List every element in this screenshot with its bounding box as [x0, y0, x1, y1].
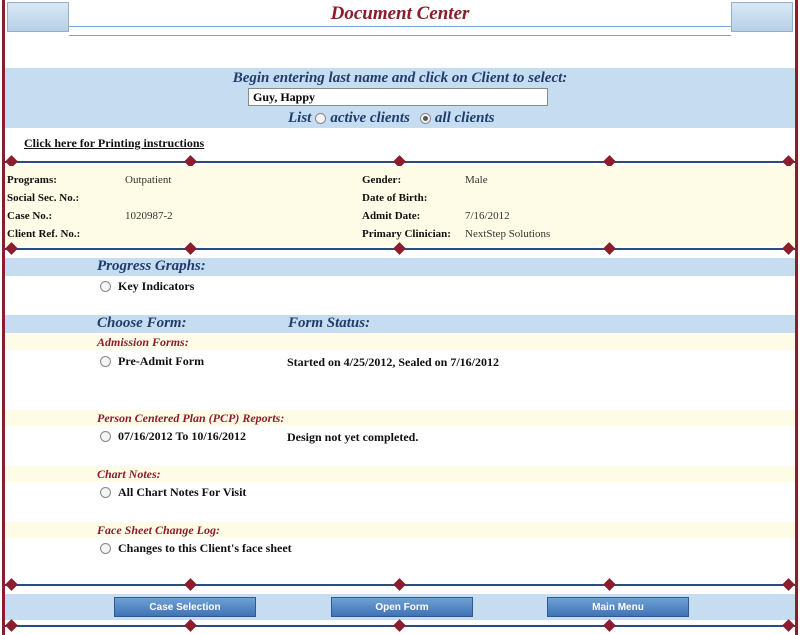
- programs-label: Programs:: [7, 174, 57, 186]
- form-radio[interactable]: [100, 431, 111, 442]
- form-option-label: 07/16/2012 To 10/16/2012: [118, 429, 247, 443]
- choose-form-title: Choose Form:: [97, 315, 187, 331]
- divider-rule: [5, 578, 795, 591]
- key-indicators-option[interactable]: Key Indicators: [100, 279, 194, 294]
- all-clients-radio[interactable]: [419, 113, 431, 124]
- primary-clinician-label: Primary Clinician:: [362, 228, 451, 240]
- button-bar: Case Selection Open Form Main Menu: [5, 594, 795, 620]
- divider-dot: [782, 619, 795, 632]
- progress-graphs-header: Progress Graphs:: [5, 258, 795, 276]
- form-radio[interactable]: [100, 543, 111, 554]
- admit-date-label: Admit Date:: [362, 210, 421, 222]
- form-status-text: Started on 4/25/2012, Sealed on 7/16/201…: [287, 355, 500, 369]
- divider-dot: [603, 578, 616, 591]
- divider-dot: [782, 578, 795, 591]
- all-clients-label[interactable]: all clients: [435, 110, 495, 127]
- pre-admit-form-option[interactable]: Pre-Admit Form: [100, 354, 204, 369]
- frame-right-border: [795, 0, 798, 635]
- chart-notes-option[interactable]: All Chart Notes For Visit: [100, 485, 246, 500]
- divider-dot: [184, 578, 197, 591]
- ssn-label: Social Sec. No.:: [7, 192, 80, 204]
- case-value: 1020987-2: [125, 210, 173, 222]
- form-option-label: All Chart Notes For Visit: [118, 485, 247, 499]
- main-menu-button[interactable]: Main Menu: [547, 597, 689, 617]
- dob-label: Date of Birth:: [362, 192, 428, 204]
- divider-dot: [5, 578, 18, 591]
- form-radio[interactable]: [100, 356, 111, 367]
- pcp-reports-band: Person Centered Plan (PCP) Reports:: [5, 410, 795, 426]
- category-title: Chart Notes:: [97, 467, 161, 481]
- case-selection-button[interactable]: Case Selection: [114, 597, 256, 617]
- pcp-report-option[interactable]: 07/16/2012 To 10/16/2012: [100, 429, 246, 444]
- gender-value: Male: [465, 174, 488, 186]
- face-sheet-log-option[interactable]: Changes to this Client's face sheet: [100, 541, 292, 556]
- choose-form-header: Choose Form: Form Status:: [5, 315, 795, 333]
- header: Document Center: [5, 0, 795, 38]
- face-sheet-log-band: Face Sheet Change Log:: [5, 522, 795, 538]
- primary-clinician-value: NextStep Solutions: [465, 228, 551, 240]
- active-clients-radio[interactable]: [315, 113, 327, 124]
- client-info-panel: Programs: Outpatient Social Sec. No.: Ca…: [5, 166, 795, 246]
- divider-dot: [393, 619, 406, 632]
- open-form-button[interactable]: Open Form: [331, 597, 473, 617]
- form-option-label: Changes to this Client's face sheet: [118, 541, 292, 555]
- form-radio[interactable]: [100, 487, 111, 498]
- form-status-text: Design not yet completed.: [287, 430, 419, 444]
- programs-value: Outpatient: [125, 174, 172, 186]
- key-indicators-label: Key Indicators: [118, 279, 195, 293]
- admission-forms-band: Admission Forms:: [5, 334, 795, 350]
- category-title: Face Sheet Change Log:: [97, 523, 220, 537]
- key-indicators-radio[interactable]: [100, 281, 111, 292]
- client-list-filter: List active clients all clients: [288, 110, 495, 127]
- chart-notes-band: Chart Notes:: [5, 466, 795, 482]
- client-search-input[interactable]: [248, 88, 548, 106]
- divider-dot: [184, 619, 197, 632]
- form-status-title: Form Status:: [288, 315, 371, 331]
- category-title: Admission Forms:: [97, 335, 189, 349]
- client-search-section: Begin entering last name and click on Cl…: [5, 68, 795, 128]
- search-prompt: Begin entering last name and click on Cl…: [232, 70, 568, 86]
- divider-dot: [603, 619, 616, 632]
- header-rule: [69, 26, 731, 36]
- divider-rule: [5, 242, 795, 255]
- progress-graphs-title: Progress Graphs:: [97, 258, 206, 274]
- divider-dot: [5, 619, 18, 632]
- divider-rule: [5, 155, 795, 168]
- page-title: Document Center: [330, 3, 470, 24]
- gender-label: Gender:: [362, 174, 402, 186]
- client-ref-label: Client Ref. No.:: [7, 228, 81, 240]
- form-option-label: Pre-Admit Form: [118, 354, 205, 368]
- divider-rule: [5, 619, 795, 632]
- case-label: Case No.:: [7, 210, 53, 222]
- active-clients-label[interactable]: active clients: [330, 110, 410, 127]
- printing-instructions-link[interactable]: Click here for Printing instructions: [24, 136, 204, 151]
- category-title: Person Centered Plan (PCP) Reports:: [97, 411, 285, 425]
- divider-dot: [393, 578, 406, 591]
- admit-date-value: 7/16/2012: [465, 210, 510, 222]
- list-label: List: [288, 110, 312, 126]
